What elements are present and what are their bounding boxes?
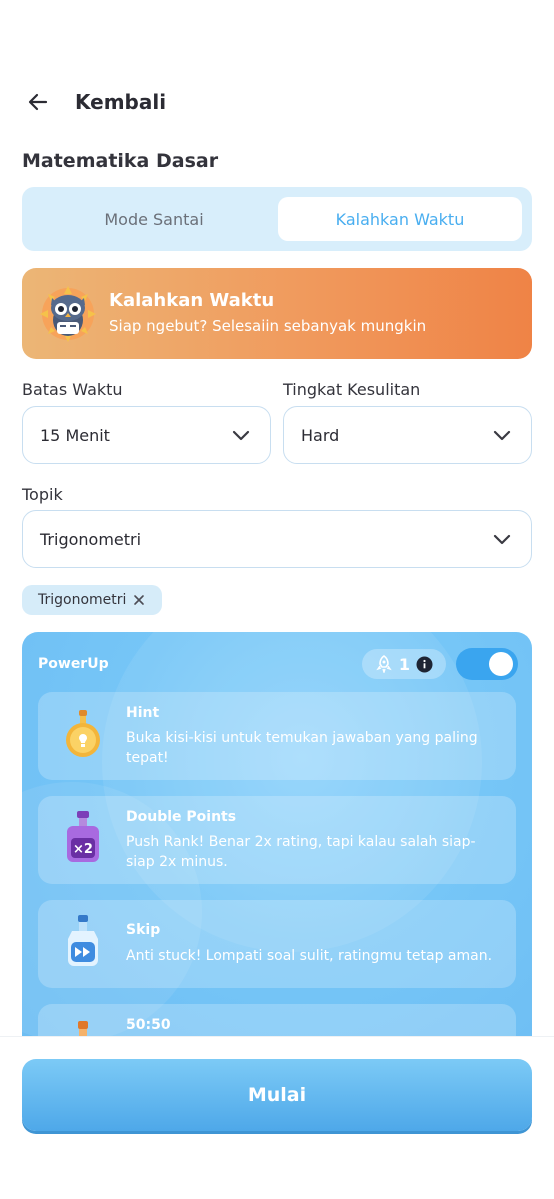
x2-potion-icon: ×2	[67, 811, 99, 862]
tab-kalahkan-waktu[interactable]: Kalahkan Waktu	[278, 197, 522, 241]
powerup-card: PowerUp 1 Hint Buka kisi-kisi untuk temu…	[22, 632, 532, 1052]
powerup-item-skip[interactable]: Skip Anti stuck! Lompati soal sulit, rat…	[38, 900, 516, 988]
topic-chip-label: Trigonometri	[38, 592, 127, 608]
banner-subtitle: Siap ngebut? Selesaiin sebanyak mungkin	[109, 317, 427, 335]
arrow-left-icon	[28, 93, 48, 111]
banner-title: Kalahkan Waktu	[109, 290, 275, 311]
svg-text:×2: ×2	[73, 842, 93, 857]
difficulty-label: Tingkat Kesulitan	[283, 380, 421, 399]
powerup-count: 1	[398, 654, 411, 674]
owl-mascot-icon	[40, 286, 96, 342]
chevron-down-icon	[493, 534, 511, 545]
topic-label: Topik	[22, 485, 63, 504]
mode-banner: Kalahkan Waktu Siap ngebut? Selesaiin se…	[22, 268, 532, 359]
powerup-item-hint[interactable]: Hint Buka kisi-kisi untuk temukan jawaba…	[38, 692, 516, 780]
powerup-description: Anti stuck! Lompati soal sulit, ratingmu…	[126, 948, 493, 964]
tab-mode-santai[interactable]: Mode Santai	[32, 197, 276, 241]
section-title: Matematika Dasar	[22, 150, 219, 172]
toggle-knob	[489, 652, 513, 676]
powerup-name: Double Points	[126, 809, 237, 825]
powerup-description: Push Rank! Benar 2x rating, tapi kalau s…	[126, 834, 476, 870]
start-button[interactable]: Mulai	[22, 1059, 532, 1131]
difficulty-select[interactable]: Hard	[283, 406, 532, 464]
info-icon[interactable]	[416, 656, 433, 673]
rocket-icon	[376, 655, 392, 673]
powerup-description: Buka kisi-kisi untuk temukan jawaban yan…	[126, 730, 478, 766]
time-limit-value: 15 Menit	[40, 425, 110, 445]
close-icon[interactable]	[132, 593, 146, 607]
mode-segmented-control: Mode Santai Kalahkan Waktu	[22, 187, 532, 251]
lightbulb-potion-icon	[66, 710, 100, 757]
chevron-down-icon	[493, 430, 511, 441]
time-limit-select[interactable]: 15 Menit	[22, 406, 271, 464]
topic-chip: Trigonometri	[22, 585, 163, 615]
powerup-name: Skip	[126, 922, 161, 938]
powerup-name: Hint	[126, 705, 160, 721]
header: Kembali	[22, 84, 166, 120]
topic-select[interactable]: Trigonometri	[22, 510, 532, 568]
powerup-name: 50:50	[126, 1017, 171, 1033]
powerup-toggle[interactable]	[456, 648, 518, 680]
chevron-down-icon	[232, 430, 250, 441]
topic-value: Trigonometri	[40, 529, 142, 549]
time-limit-label: Batas Waktu	[22, 380, 123, 399]
skip-potion-icon	[68, 915, 98, 966]
back-button[interactable]	[22, 86, 54, 118]
difficulty-value: Hard	[301, 425, 340, 445]
powerup-title: PowerUp	[38, 656, 109, 672]
header-title[interactable]: Kembali	[75, 90, 166, 114]
powerup-count-badge[interactable]: 1	[362, 649, 446, 679]
powerup-item-double-points[interactable]: ×2 Double Points Push Rank! Benar 2x rat…	[38, 796, 516, 884]
